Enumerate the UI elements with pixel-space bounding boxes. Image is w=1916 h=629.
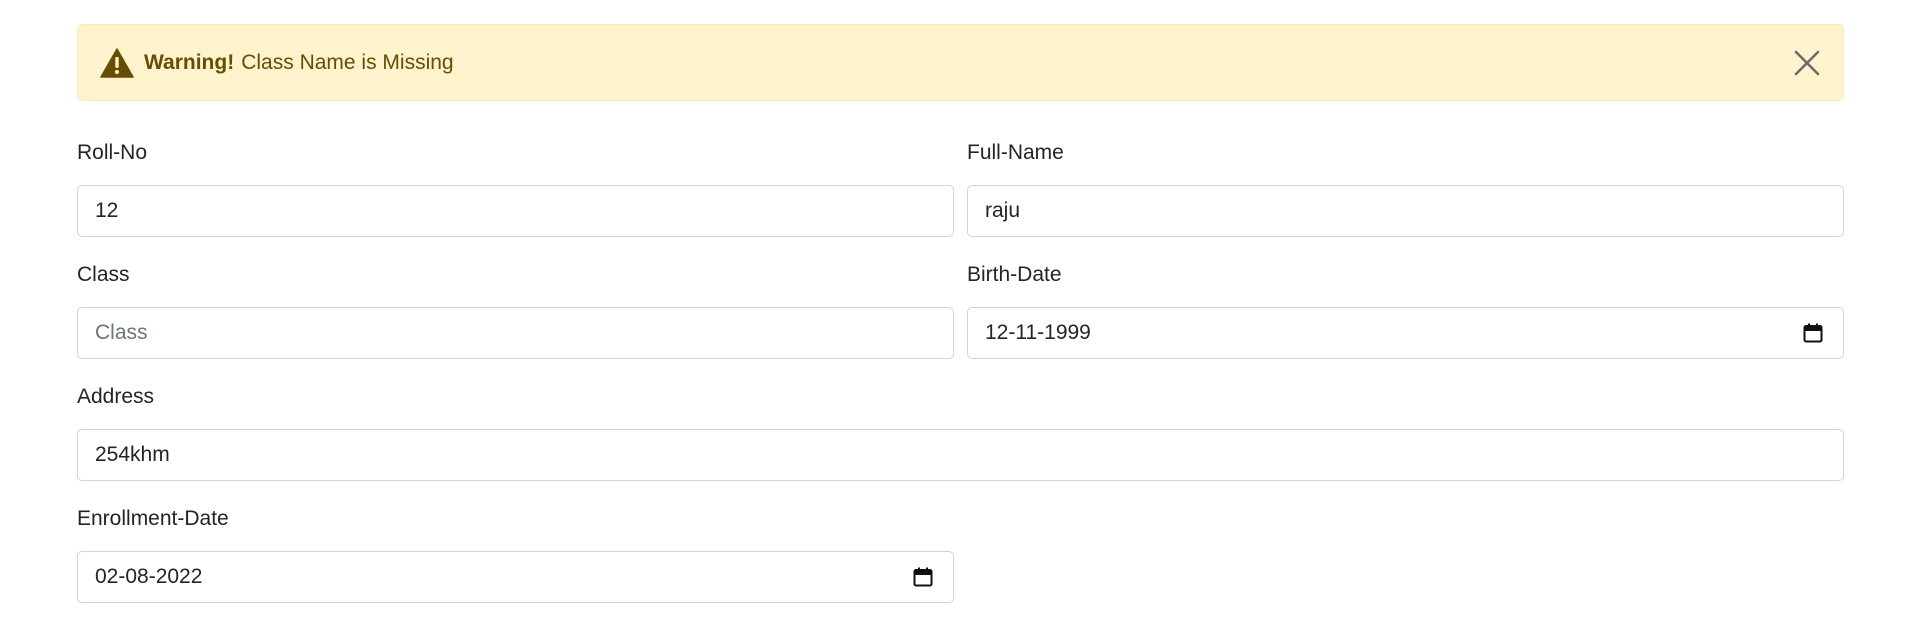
birth-date-label: Birth-Date — [967, 263, 1062, 286]
alert-message: Class Name is Missing — [241, 50, 454, 74]
address-label: Address — [77, 385, 155, 408]
form-row: Class Birth-Date 12-11-1999 — [77, 263, 1844, 359]
class-label: Class — [77, 263, 130, 286]
roll-no-group: Roll-No — [77, 141, 954, 237]
roll-no-input[interactable] — [77, 185, 954, 237]
birth-date-value: 12-11-1999 — [985, 321, 1091, 344]
close-button[interactable] — [1791, 47, 1823, 79]
enrollment-date-input[interactable]: 02-08-2022 — [77, 551, 954, 603]
close-icon — [1794, 50, 1820, 76]
enrollment-date-label: Enrollment-Date — [77, 507, 229, 530]
alert-title: Warning! — [144, 50, 235, 74]
birth-date-group: Birth-Date 12-11-1999 — [967, 263, 1844, 359]
address-input[interactable] — [77, 429, 1844, 481]
class-input[interactable] — [77, 307, 954, 359]
full-name-label: Full-Name — [967, 141, 1064, 164]
full-name-input[interactable] — [967, 185, 1844, 237]
calendar-icon[interactable] — [913, 567, 933, 587]
page-container: Warning! Class Name is Missing Roll-No F… — [77, 24, 1844, 629]
enrollment-date-value: 02-08-2022 — [95, 565, 203, 588]
warning-alert: Warning! Class Name is Missing — [77, 24, 1844, 101]
birth-date-input[interactable]: 12-11-1999 — [967, 307, 1844, 359]
warning-triangle-icon — [100, 47, 134, 78]
calendar-icon[interactable] — [1803, 323, 1823, 343]
form-row: Address — [77, 385, 1844, 481]
form-row: Enrollment-Date 02-08-2022 — [77, 507, 1844, 603]
form-row: Roll-No Full-Name — [77, 141, 1844, 237]
student-form: Roll-No Full-Name Class Birth-Date 12-11… — [77, 141, 1844, 603]
roll-no-label: Roll-No — [77, 141, 148, 164]
class-group: Class — [77, 263, 954, 359]
full-name-group: Full-Name — [967, 141, 1844, 237]
address-group: Address — [77, 385, 1844, 481]
enrollment-date-group: Enrollment-Date 02-08-2022 — [77, 507, 954, 603]
